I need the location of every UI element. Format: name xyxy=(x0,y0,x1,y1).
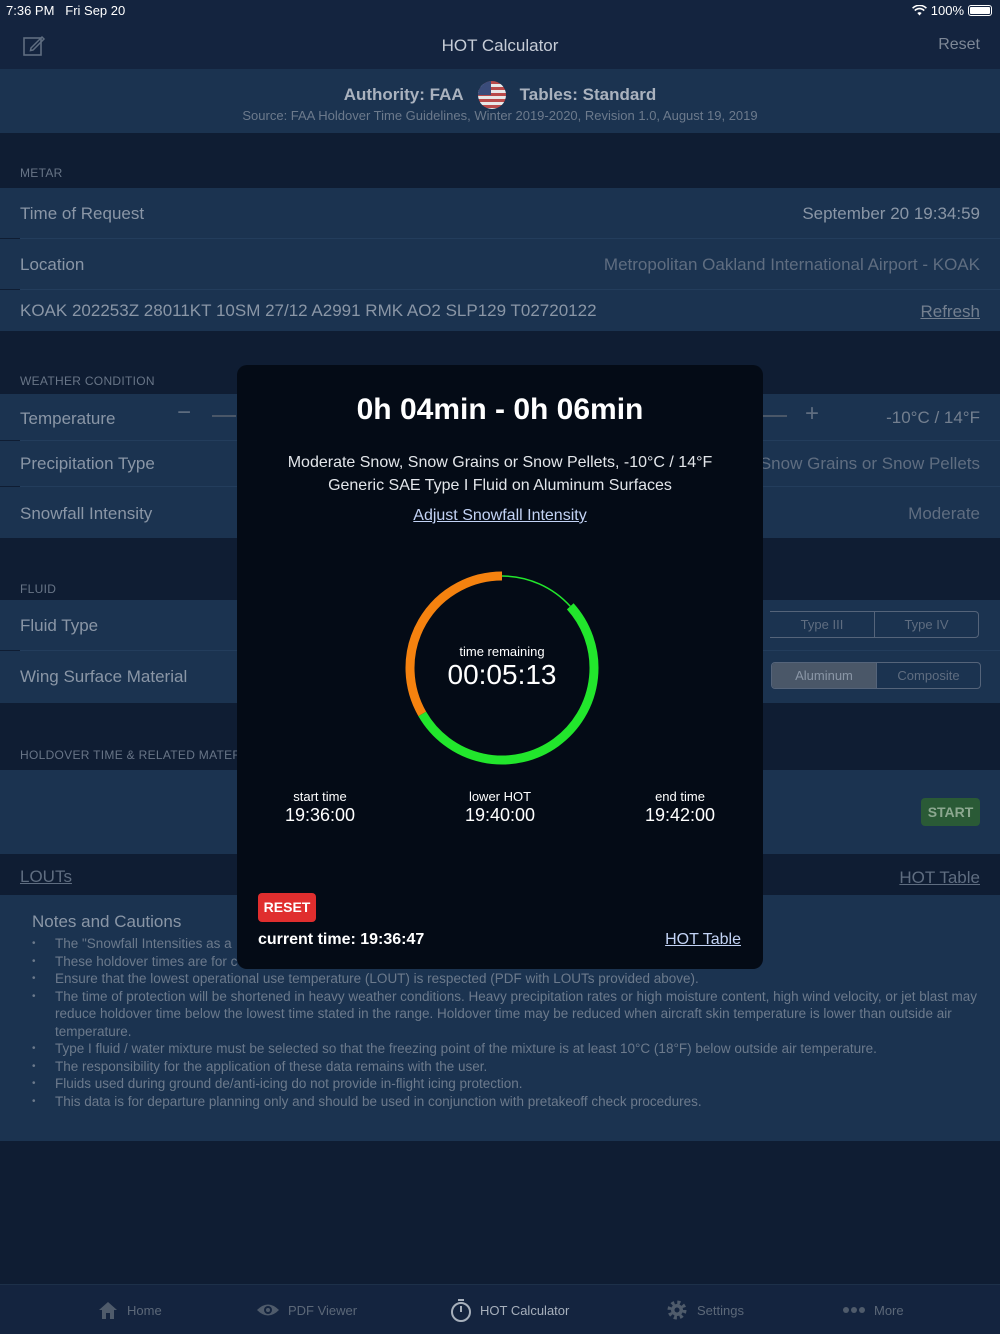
metar-row: KOAK 202253Z 28011KT 10SM 27/12 A2991 RM… xyxy=(0,290,1000,331)
tab-hot-calculator-label: HOT Calculator xyxy=(480,1302,570,1318)
fluid-type-iii-option[interactable]: Type III xyxy=(770,612,874,637)
refresh-link[interactable]: Refresh xyxy=(920,302,980,322)
location-label: Location xyxy=(20,255,85,274)
hot-table-link[interactable]: HOT Table xyxy=(899,868,980,888)
fluid-type-label: Fluid Type xyxy=(20,616,99,635)
location-row[interactable]: Location Metropolitan Oakland Internatio… xyxy=(0,239,1000,289)
lower-hot-value: 19:40:00 xyxy=(464,805,536,825)
tab-more[interactable]: More xyxy=(842,1296,904,1324)
eye-icon xyxy=(257,1304,279,1316)
holdover-description-line-2: Generic SAE Type I Fluid on Aluminum Sur… xyxy=(328,477,672,494)
start-time-value: 19:36:00 xyxy=(284,805,356,825)
temperature-increase-button[interactable]: + xyxy=(805,400,819,428)
holdover-description-line-1: Moderate Snow, Snow Grains or Snow Pelle… xyxy=(287,454,713,471)
gear-icon xyxy=(667,1300,687,1320)
fluid-section-label: FLUID xyxy=(20,582,57,596)
temperature-label: Temperature xyxy=(20,409,116,428)
temperature-value: -10°C / 14°F xyxy=(886,408,980,427)
elapsed-arc xyxy=(501,575,571,607)
start-button[interactable]: START xyxy=(921,798,980,826)
adjust-snowfall-intensity-link[interactable]: Adjust Snowfall Intensity xyxy=(237,507,763,525)
start-time-column: start time 19:36:00 xyxy=(250,789,390,826)
current-time: current time: 19:36:47 xyxy=(258,931,425,948)
metar-section-label: METAR xyxy=(20,166,63,180)
time-remaining-value: 00:05:13 xyxy=(447,659,557,690)
more-icon xyxy=(843,1307,865,1313)
temperature-slider-track-left[interactable] xyxy=(212,415,236,417)
home-icon xyxy=(99,1302,117,1319)
temperature-decrease-button[interactable]: − xyxy=(177,399,191,427)
holdover-description: Moderate Snow, Snow Grains or Snow Pelle… xyxy=(237,451,763,497)
authority-source: Source: FAA Holdover Time Guidelines, Wi… xyxy=(242,108,758,123)
tab-pdf-viewer-label: PDF Viewer xyxy=(288,1302,358,1318)
tab-settings-label: Settings xyxy=(697,1302,744,1318)
wing-surface-segmented-control[interactable]: Aluminum Composite xyxy=(771,662,981,689)
holdover-range: 0h 04min - 0h 06min xyxy=(356,393,644,426)
note-item: The responsibility for the application o… xyxy=(32,1058,982,1076)
snowfall-intensity-value: Moderate xyxy=(908,504,980,523)
end-time-column: end time 19:42:00 xyxy=(610,789,750,826)
start-time-label: start time xyxy=(293,789,347,804)
precipitation-type-value: Snow Grains or Snow Pellets xyxy=(759,454,980,473)
page-title: HOT Calculator xyxy=(441,36,559,55)
tables-label: Tables: Standard xyxy=(519,85,657,104)
status-right: 100% xyxy=(911,3,992,18)
tab-hot-calculator[interactable]: HOT Calculator xyxy=(450,1296,569,1324)
aluminum-option[interactable]: Aluminum xyxy=(772,663,876,688)
time-of-request-label: Time of Request xyxy=(20,204,145,223)
tab-bar: Home PDF Viewer HOT Calculator Settings … xyxy=(0,1284,1000,1334)
hot-timer-modal: 0h 04min - 0h 06min Moderate Snow, Snow … xyxy=(237,365,763,969)
reset-timer-button[interactable]: RESET xyxy=(258,893,316,922)
location-value: Metropolitan Oakland International Airpo… xyxy=(603,255,980,274)
time-remaining-label: time remaining xyxy=(459,644,545,659)
tab-home-label: Home xyxy=(127,1302,162,1318)
tab-pdf-viewer[interactable]: PDF Viewer xyxy=(256,1296,357,1324)
louts-link[interactable]: LOUTs xyxy=(20,867,72,887)
tab-more-label: More xyxy=(874,1302,904,1318)
battery-icon xyxy=(968,5,992,16)
notes-title: Notes and Cautions xyxy=(32,912,182,931)
metar-text: KOAK 202253Z 28011KT 10SM 27/12 A2991 RM… xyxy=(20,301,597,320)
end-time-label: end time xyxy=(655,789,705,804)
snowfall-intensity-label: Snowfall Intensity xyxy=(20,504,153,523)
time-of-request-value: September 20 19:34:59 xyxy=(802,204,980,223)
authority-label: Authority: FAA xyxy=(343,85,464,104)
note-item: Type I fluid / water mixture must be sel… xyxy=(32,1040,982,1058)
authority-header: Authority: FAA Tables: Standard Source: … xyxy=(0,69,1000,133)
wifi-icon xyxy=(911,5,927,16)
status-time: 7:36 PM Fri Sep 20 xyxy=(6,3,126,18)
tab-settings[interactable]: Settings xyxy=(665,1296,744,1324)
navigation-bar: HOT Calculator Reset xyxy=(0,22,1000,69)
fluid-type-iv-option[interactable]: Type IV xyxy=(874,612,978,637)
battery-percent: 100% xyxy=(930,3,964,18)
end-time-value: 19:42:00 xyxy=(644,805,716,825)
temperature-slider-track-right[interactable] xyxy=(763,415,787,417)
tab-home[interactable]: Home xyxy=(97,1296,162,1324)
composite-option[interactable]: Composite xyxy=(876,663,980,688)
lower-hot-column: lower HOT 19:40:00 xyxy=(430,789,570,826)
precipitation-type-label: Precipitation Type xyxy=(20,454,155,473)
wing-surface-label: Wing Surface Material xyxy=(20,667,188,686)
weather-section-label: WEATHER CONDITION xyxy=(20,374,155,388)
reset-nav-button[interactable]: Reset xyxy=(938,36,980,54)
status-bar: 7:36 PM Fri Sep 20 100% xyxy=(0,0,1000,22)
note-item: This data is for departure planning only… xyxy=(32,1093,982,1111)
note-item: Ensure that the lowest operational use t… xyxy=(32,970,982,988)
us-flag-icon xyxy=(477,81,506,109)
modal-hot-table-link[interactable]: HOT Table xyxy=(665,931,741,949)
fluid-type-segmented-control[interactable]: Type III Type IV xyxy=(770,611,979,638)
lower-hot-label: lower HOT xyxy=(468,789,532,804)
note-item: The time of protection will be shortened… xyxy=(32,988,982,1041)
holdover-section-label: HOLDOVER TIME & RELATED MATER xyxy=(20,748,242,762)
time-of-request-row: Time of Request September 20 19:34:59 xyxy=(0,188,1000,238)
stopwatch-icon xyxy=(451,1299,471,1322)
note-item: Fluids used during ground de/anti-icing … xyxy=(32,1075,982,1093)
